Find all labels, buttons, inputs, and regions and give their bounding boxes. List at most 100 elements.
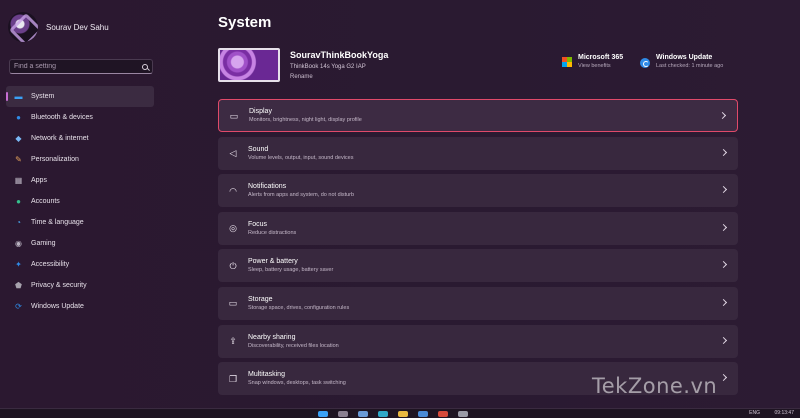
clock[interactable]: 09:13:47 (775, 410, 794, 416)
explorer-icon[interactable] (398, 411, 408, 417)
card-power-battery[interactable]: ⏻ Power & battery Sleep, battery usage, … (218, 249, 738, 283)
card-title: Sound (248, 145, 269, 153)
search-input[interactable] (14, 63, 142, 70)
card-notifications[interactable]: ◠ Notifications Alerts from apps and sys… (218, 174, 738, 208)
sidebar-item-privacy[interactable]: ⬟ Privacy & security (6, 275, 154, 296)
search-box[interactable] (9, 59, 153, 74)
speaker-icon: ◁ (229, 148, 237, 159)
taskbar-apps (318, 411, 468, 417)
search-taskbar-icon[interactable] (338, 411, 348, 417)
device-model: ThinkBook 14s Yoga G2 IAP (290, 64, 366, 70)
sidebar-item-label: Network & internet (31, 135, 89, 142)
chevron-right-icon (719, 298, 728, 307)
monitor-icon: ▬ (14, 92, 23, 101)
avatar[interactable] (8, 12, 38, 42)
settings-taskbar-icon[interactable] (458, 411, 468, 417)
last-checked-text: Last checked: 1 minute ago (656, 63, 724, 69)
sidebar-nav: ▬ System ● Bluetooth & devices ◆ Network… (6, 86, 154, 317)
sidebar-item-time-language[interactable]: ◔ Time & language (6, 212, 154, 233)
view-benefits-link[interactable]: View benefits (578, 63, 623, 69)
card-description: Monitors, brightness, night light, displ… (249, 117, 362, 123)
accessibility-icon: ✦ (15, 260, 22, 269)
chevron-right-icon (719, 261, 728, 269)
chevron-right-icon (719, 148, 728, 156)
globe-clock-icon: ◔ (16, 218, 21, 227)
gamepad-icon: ◉ (15, 239, 22, 248)
settings-window: Sourav Dev Sahu ▬ System ● Bluetooth & d… (0, 0, 800, 408)
rename-link[interactable]: Rename (290, 74, 388, 80)
display-icon: ▭ (229, 110, 239, 121)
edge-icon[interactable] (378, 411, 388, 417)
card-description: Snap windows, desktops, task switching (248, 380, 346, 387)
sidebar-item-label: Privacy & security (31, 282, 87, 289)
wifi-icon: ◆ (15, 134, 22, 143)
focus-icon: ◎ (229, 223, 237, 234)
sidebar-item-label: Apps (31, 177, 47, 184)
card-display[interactable]: ▭ Display Monitors, brightness, night li… (218, 99, 738, 132)
sidebar-item-personalization[interactable]: ✎ Personalization (6, 149, 154, 170)
storage-icon: ▭ (228, 298, 238, 309)
device-name: SouravThinkBookYoga (290, 50, 389, 60)
sidebar-item-label: Windows Update (31, 303, 84, 310)
sidebar-item-label: Time & language (31, 219, 84, 226)
sidebar: Sourav Dev Sahu ▬ System ● Bluetooth & d… (0, 0, 200, 408)
card-title: Notifications (248, 183, 287, 191)
windows-update-tile[interactable]: Windows Update Last checked: 1 minute ag… (640, 54, 723, 69)
main-content: System SouravThinkBookYoga ThinkBook 14s… (218, 0, 738, 408)
user-profile[interactable]: Sourav Dev Sahu (8, 12, 109, 42)
sidebar-item-network[interactable]: ◆ Network & internet (6, 128, 154, 149)
device-header: SouravThinkBookYoga ThinkBook 14s Yoga G… (218, 48, 388, 82)
card-description: Storage space, drives, configuration rul… (248, 304, 350, 311)
device-wallpaper-thumbnail (218, 48, 280, 82)
microsoft-365-title: Microsoft 365 (578, 54, 624, 61)
settings-list: ▭ Display Monitors, brightness, night li… (218, 99, 738, 400)
card-description: Reduce distractions (248, 229, 297, 236)
chrome-icon[interactable] (438, 411, 448, 417)
chevron-right-icon (719, 223, 728, 231)
brush-icon: ✎ (15, 155, 22, 164)
power-icon: ⏻ (229, 260, 237, 271)
card-title: Multitasking (248, 371, 285, 379)
multitask-icon: ❐ (228, 373, 238, 384)
sidebar-item-label: Accessibility (31, 261, 70, 268)
profile-name: Sourav Dev Sahu (46, 22, 109, 32)
chevron-right-icon (718, 111, 727, 120)
chevron-right-icon (719, 374, 728, 382)
store-icon[interactable] (418, 411, 428, 417)
card-title: Nearby sharing (248, 333, 296, 341)
card-title: Storage (248, 295, 273, 303)
card-description: Sleep, battery usage, battery saver (248, 267, 334, 274)
microsoft-365-tile[interactable]: Microsoft 365 View benefits (562, 54, 623, 69)
language-indicator[interactable]: ENG (749, 410, 760, 416)
task-view-icon[interactable] (358, 411, 368, 417)
card-focus[interactable]: ◎ Focus Reduce distractions (218, 211, 738, 245)
sidebar-item-accounts[interactable]: ● Accounts (6, 191, 154, 212)
sidebar-item-apps[interactable]: ▦ Apps (6, 170, 154, 191)
card-sound[interactable]: ◁ Sound Volume levels, output, input, so… (218, 136, 738, 170)
chevron-right-icon (719, 336, 728, 344)
start-icon[interactable] (318, 411, 328, 417)
taskbar: ENG 09:13:47 (0, 408, 800, 418)
sidebar-item-bluetooth[interactable]: ● Bluetooth & devices (6, 107, 154, 128)
microsoft-logo-icon (562, 57, 572, 67)
card-description: Alerts from apps and system, do not dist… (248, 192, 355, 199)
apps-icon: ▦ (14, 176, 23, 185)
sidebar-item-label: Personalization (31, 156, 79, 163)
chevron-right-icon (719, 186, 728, 194)
card-title: Focus (248, 220, 268, 228)
card-storage[interactable]: ▭ Storage Storage space, drives, configu… (218, 286, 738, 320)
sidebar-item-accessibility[interactable]: ✦ Accessibility (6, 254, 154, 275)
bell-icon: ◠ (229, 185, 237, 196)
card-title: Power & battery (248, 258, 298, 266)
search-icon[interactable] (142, 63, 148, 70)
watermark-logo: TekZone.vn (592, 374, 718, 398)
sidebar-item-label: System (31, 93, 55, 100)
windows-update-icon (640, 58, 650, 68)
sidebar-item-windows-update[interactable]: ⟳ Windows Update (6, 296, 154, 317)
sidebar-item-label: Accounts (31, 198, 60, 205)
sidebar-item-system[interactable]: ▬ System (6, 86, 154, 107)
sidebar-item-gaming[interactable]: ◉ Gaming (6, 233, 154, 254)
update-icon: ⟳ (15, 302, 22, 311)
bluetooth-icon: ● (16, 113, 21, 122)
card-nearby-sharing[interactable]: ⇪ Nearby sharing Discoverability, receiv… (218, 324, 738, 358)
